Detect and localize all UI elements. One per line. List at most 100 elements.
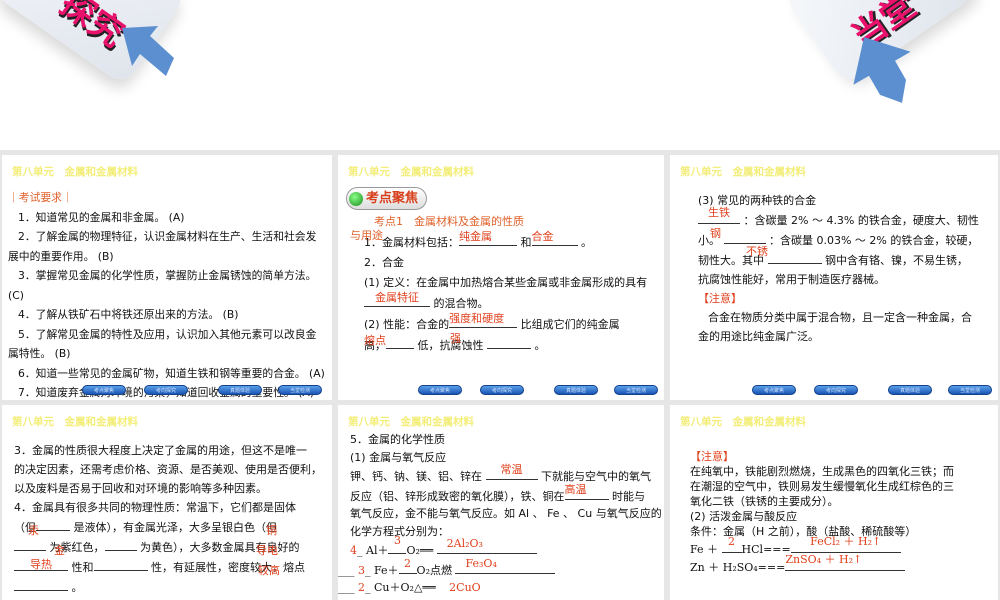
answer: 2CuO bbox=[449, 581, 481, 594]
text: 氧化二铁（铁锈的主要成分）。 bbox=[690, 495, 839, 508]
text: 在纯氧中，铁能剧烈燃烧，生成黑色的四氧化三铁；而 bbox=[690, 465, 954, 478]
slide-nav-bar: 考点聚焦 考向探究 真题体验 当堂检测 bbox=[2, 385, 332, 397]
slide-thumbnail-1[interactable]: 第八单元 金属和金属材料 ｜考试要求｜ 1．知道常见的金属和非金属。 (A) 2… bbox=[2, 155, 332, 400]
blank: 金属特征 bbox=[364, 291, 430, 307]
requirement-item: 1．知道常见的金属和非金属。 (A) bbox=[18, 210, 185, 224]
blank: 常温 bbox=[485, 463, 538, 480]
answer: 3 bbox=[393, 534, 401, 547]
text: HCl=== bbox=[741, 543, 791, 556]
blank: FeCl₂ ＋ H₂↑ bbox=[790, 535, 901, 553]
arrow-icon bbox=[122, 26, 174, 76]
answer: 不锈 bbox=[746, 245, 768, 258]
answer: 强 bbox=[450, 332, 461, 345]
slide-thumbnail-4[interactable]: 第八单元 金属和金属材料 3．金属的性质很大程度上决定了金属的用途，但这不是唯一… bbox=[2, 405, 332, 600]
nav-button-focus[interactable]: 考点聚焦 bbox=[418, 385, 462, 395]
text: Cu＋O₂ bbox=[374, 581, 414, 594]
requirement-item: 属特性。 (B) bbox=[8, 347, 71, 360]
text: (2) 性能：合金的 bbox=[364, 318, 450, 331]
answer: 纯金属 bbox=[459, 230, 492, 243]
slide-unit-title: 第八单元 金属和金属材料 bbox=[680, 416, 806, 428]
text: 钾、钙、钠、镁、铝、锌在 bbox=[350, 470, 482, 483]
slide-unit-title: 第八单元 金属和金属材料 bbox=[12, 416, 138, 428]
text: 。 bbox=[71, 581, 83, 594]
text: 的决定因素，还需考虑价格、资源、是否美观、使用是否便利， bbox=[14, 463, 322, 476]
text: 2．合金 bbox=[364, 256, 404, 269]
slide-unit-title: 第八单元 金属和金属材料 bbox=[348, 166, 474, 178]
blank bbox=[487, 335, 531, 349]
text: 抗腐蚀性能好，常用于制造医疗器械。 bbox=[698, 273, 885, 286]
blank: 纯金属 bbox=[459, 230, 517, 246]
top-banner: 探究 当堂 bbox=[0, 0, 1000, 150]
answer: 金属特征 bbox=[375, 291, 419, 304]
text: 以及废料是否易于回收和对环境的影响等多种因素。 bbox=[14, 482, 267, 495]
answer: 钢 bbox=[710, 227, 721, 240]
answer: 较高 bbox=[258, 564, 280, 577]
slide-nav-bar: 考点聚焦 考向探究 真题体验 当堂检测 bbox=[338, 385, 664, 397]
text: 性和 bbox=[71, 561, 94, 574]
text: 钢中含有铬、镍，不易生锈， bbox=[825, 254, 968, 267]
answer: 导热 bbox=[30, 558, 52, 571]
arrow-up-icon bbox=[853, 37, 911, 103]
answer: 常温 bbox=[500, 463, 523, 476]
answer: 2 bbox=[404, 556, 412, 570]
topic-heading-cont: 与用途 bbox=[350, 229, 383, 242]
text: 性，有延展性，密度较大，熔点 bbox=[151, 561, 305, 574]
blank: ZnSO₄ ＋ H₂↑ bbox=[785, 553, 906, 571]
blank: 合金 bbox=[531, 230, 578, 246]
text: Fe ＋ bbox=[690, 543, 719, 556]
nav-button-explore[interactable]: 考向探究 bbox=[814, 385, 858, 395]
focus-badge: 考点聚焦 bbox=[346, 187, 428, 210]
requirement-item: 6．知道一些常见的金属矿物，知道生铁和钢等重要的合金。 (A) bbox=[18, 366, 325, 380]
requirement-item: 展中的重要作用。 (B) bbox=[8, 249, 114, 263]
blank: 高温 bbox=[564, 483, 609, 500]
nav-button-explore[interactable]: 考向探究 bbox=[480, 385, 524, 395]
slide-thumbnail-5[interactable]: 第八单元 金属和金属材料 5．金属的化学性质 (1) 金属与氧气反应 钾、钙、钠… bbox=[338, 405, 664, 600]
nav-button-focus[interactable]: 考点聚焦 bbox=[752, 385, 796, 395]
nav-button-real-exam[interactable]: 真题体验 bbox=[218, 385, 262, 395]
slide-thumbnail-6[interactable]: 第八单元 金属和金属材料 【注意】 在纯氧中，铁能剧烈燃烧，生成黑色的四氧化三铁… bbox=[670, 405, 998, 600]
blank bbox=[14, 537, 46, 551]
green-dot-icon bbox=[349, 191, 363, 206]
answer: 合金 bbox=[531, 230, 554, 243]
text: ：含碳量 0.03% ～ 2% 的铁合金，较硬， bbox=[769, 234, 979, 247]
nav-button-focus[interactable]: 考点聚焦 bbox=[82, 385, 126, 395]
blank: 生铁 bbox=[698, 206, 740, 224]
nav-button-test[interactable]: 当堂检测 bbox=[278, 385, 322, 395]
slide-unit-title: 第八单元 金属和金属材料 bbox=[680, 166, 806, 178]
blank bbox=[93, 557, 148, 571]
text: (3) 常见的两种铁的合金 bbox=[698, 194, 817, 207]
slide-thumbnail-2[interactable]: 第八单元 金属和金属材料 考点聚焦 考点1 金属材料及金属的性质 与用途 1．金属… bbox=[338, 155, 664, 400]
blank: 2Al₂O₃ bbox=[436, 537, 537, 554]
note-heading: 【注意】 bbox=[690, 450, 734, 463]
text: 反应（铝、锌形成致密的氧化膜），铁、铜在 bbox=[350, 489, 565, 503]
blank bbox=[36, 517, 70, 531]
answer: 生铁 bbox=[708, 206, 730, 219]
text: 。 bbox=[534, 339, 546, 352]
note-heading: 【注意】 bbox=[698, 292, 742, 305]
slide-thumbnail-3[interactable]: 第八单元 金属和金属材料 (3) 常见的两种铁的合金 生铁 ：含碳量 2% ～ … bbox=[670, 155, 998, 400]
coefficient: 2 bbox=[358, 581, 365, 594]
nav-button-test[interactable]: 当堂检测 bbox=[948, 385, 992, 395]
text: 在潮湿的空气中，铁则易发生缓慢氧化生成红棕色的三 bbox=[690, 480, 954, 493]
slide-unit-title: 第八单元 金属和金属材料 bbox=[348, 416, 474, 428]
requirement-item: 2．了解金属的物理特征，认识金属材料在生产、生活和社会发 bbox=[18, 230, 317, 243]
nav-button-real-exam[interactable]: 真题体验 bbox=[888, 385, 932, 395]
nav-button-test[interactable]: 当堂检测 bbox=[614, 385, 658, 395]
text: 氧气反应，金不能与氧气反应。如 Al 、 Fe 、 Cu 与氧气反应的 bbox=[350, 507, 662, 520]
nav-button-real-exam[interactable]: 真题体验 bbox=[554, 385, 598, 395]
text: O₂点燃 bbox=[416, 563, 452, 577]
text: 比组成它们的纯金属 bbox=[520, 318, 620, 331]
answer: 2Al₂O₃ bbox=[446, 537, 483, 550]
blank bbox=[386, 335, 414, 349]
blank bbox=[767, 250, 822, 264]
nav-button-explore[interactable]: 考向探究 bbox=[144, 385, 188, 395]
text: 金的用途比纯金属广泛。 bbox=[698, 330, 819, 343]
blank: 2 bbox=[721, 535, 742, 553]
slide-unit-title: 第八单元 金属和金属材料 bbox=[12, 166, 138, 178]
text: 5．金属的化学性质 bbox=[350, 433, 445, 446]
blank bbox=[104, 537, 137, 551]
answer: 熔点 bbox=[364, 334, 386, 347]
blank: 导热 bbox=[14, 557, 68, 571]
requirement-item: 5．了解常见金属的特性及应用，认识加入其他元素可以改良金 bbox=[18, 327, 317, 341]
coefficient: 3 bbox=[358, 563, 365, 577]
